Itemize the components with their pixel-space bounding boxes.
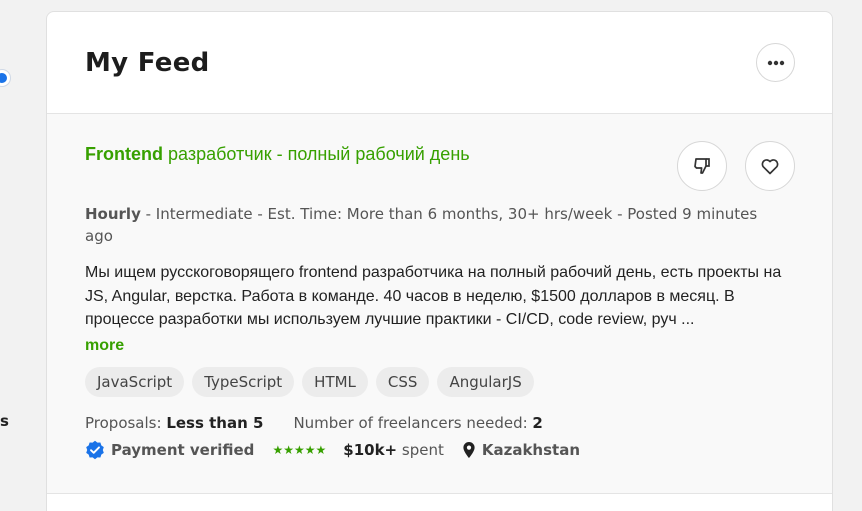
- skill-tag[interactable]: JavaScript: [85, 367, 185, 397]
- freelancers-value: 2: [532, 414, 543, 432]
- feed-header: My Feed: [47, 12, 832, 114]
- spent-label: spent: [397, 441, 444, 459]
- dislike-button[interactable]: [677, 141, 727, 191]
- client-rating: ★ ★ ★ ★ ★: [272, 443, 327, 457]
- freelancers-label: Number of freelancers needed:: [293, 414, 533, 432]
- feed-card: My Feed Frontend разработчик - полный ра…: [46, 11, 833, 511]
- star-icon: ★: [315, 443, 327, 457]
- job-title-highlight: Frontend: [85, 144, 163, 164]
- client-spent: $10k+ spent: [343, 441, 444, 459]
- payment-verified: Payment verified: [85, 440, 254, 460]
- job-type: Hourly: [85, 205, 141, 223]
- star-icon: ★: [293, 443, 305, 457]
- star-icon: ★: [304, 443, 316, 457]
- job-stats: Proposals: Less than 5 Number of freelan…: [85, 414, 794, 432]
- more-horizontal-icon: [767, 60, 784, 65]
- star-icon: ★: [272, 443, 283, 457]
- more-link[interactable]: more: [85, 334, 124, 358]
- job-description: Мы ищем русскоговорящего frontend разраб…: [85, 261, 790, 357]
- client-location: Kazakhstan: [462, 441, 580, 459]
- proposals-value: Less than 5: [166, 414, 264, 432]
- sidebar-partial-text: s: [0, 412, 9, 430]
- spent-value: $10k+: [343, 441, 398, 459]
- heart-icon: [761, 158, 779, 174]
- freelancers-stat: Number of freelancers needed: 2: [293, 414, 542, 432]
- skill-tag[interactable]: CSS: [375, 367, 430, 397]
- page-title: My Feed: [85, 47, 210, 78]
- sidebar-indicator-dot: [0, 70, 10, 86]
- job-actions: [677, 141, 795, 191]
- skill-tag[interactable]: AngularJS: [437, 367, 534, 397]
- feed-options-button[interactable]: [756, 43, 795, 82]
- job-title-rest: разработчик - полный рабочий день: [163, 144, 470, 164]
- client-info: Payment verified ★ ★ ★ ★ ★ $10k+ spent Kazak…: [85, 440, 794, 460]
- job-tile[interactable]: Frontend разработчик - полный рабочий де…: [47, 114, 832, 494]
- job-meta-rest: - Intermediate - Est. Time: More than 6 …: [85, 205, 758, 245]
- save-job-button[interactable]: [745, 141, 795, 191]
- job-meta: Hourly - Intermediate - Est. Time: More …: [85, 203, 785, 247]
- skill-tag[interactable]: HTML: [302, 367, 368, 397]
- verified-badge-icon: [86, 440, 104, 460]
- star-icon: ★: [283, 443, 294, 457]
- job-description-text: Мы ищем русскоговорящего frontend разраб…: [85, 264, 782, 328]
- proposals-stat: Proposals: Less than 5: [85, 414, 263, 432]
- skill-tags: JavaScript TypeScript HTML CSS AngularJS: [85, 367, 794, 397]
- payment-verified-label: Payment verified: [111, 441, 255, 459]
- thumbs-down-icon: [694, 158, 710, 174]
- proposals-label: Proposals:: [85, 414, 167, 432]
- location-label: Kazakhstan: [481, 441, 581, 459]
- skill-tag[interactable]: TypeScript: [192, 367, 295, 397]
- location-pin-icon: [463, 442, 475, 458]
